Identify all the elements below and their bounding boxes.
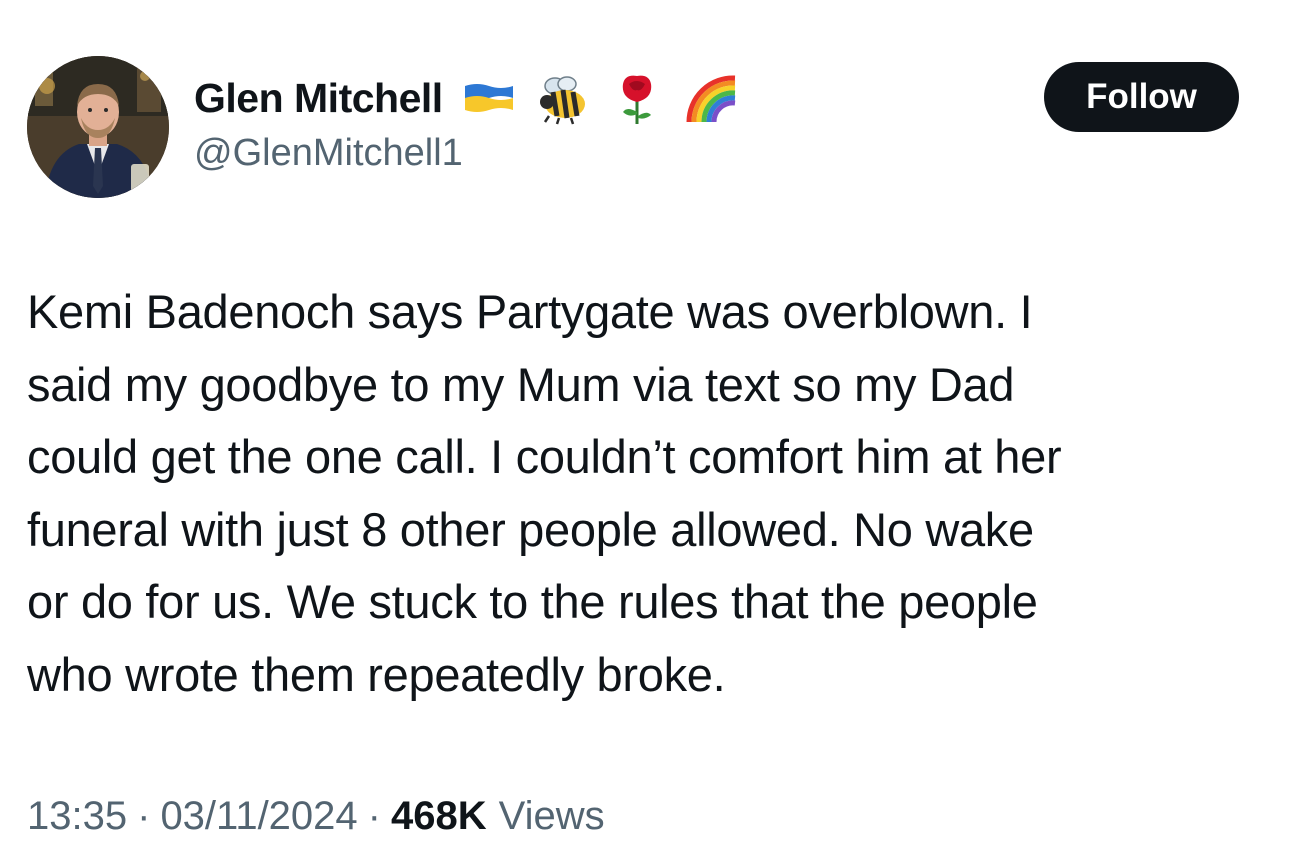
tweet-text-line: or do for us. We stuck to the rules that… [27, 575, 1038, 628]
views-count[interactable]: 468K [391, 794, 487, 839]
tweet-text-line: funeral with just 8 other people allowed… [27, 502, 1034, 556]
tweet-text-line: said my goodbye to my Mum via text so my… [27, 357, 1015, 411]
ukraine-flag-icon [461, 70, 517, 126]
avatar-image [27, 56, 169, 198]
tweet-card: Glen Mitchell @GlenMitchell1 Follow Kemi… [0, 0, 1290, 863]
tweet-text-line: Kemi Badenoch says Partygate was overblo… [27, 285, 1033, 338]
rainbow-icon [683, 70, 739, 126]
author-handle[interactable]: @GlenMitchell1 [194, 132, 463, 175]
display-name-row: Glen Mitchell [194, 68, 739, 128]
views-label: Views [498, 794, 605, 838]
avatar[interactable] [27, 56, 169, 198]
tweet-text-line: who wrote them repeatedly broke. [27, 647, 726, 701]
tweet-text: Kemi Badenoch says Partygate was overblo… [27, 276, 1267, 711]
tweet-time[interactable]: 13:35 [27, 794, 127, 839]
tweet-date[interactable]: 03/11/2024 [160, 794, 357, 839]
bee-icon [535, 70, 591, 126]
tweet-text-line: could get the one call. I couldn’t comfo… [27, 430, 1062, 483]
tweet-meta: 13:35 · 03/11/2024 · 468K Views [27, 794, 605, 839]
meta-separator: · [367, 794, 381, 838]
meta-separator: · [137, 794, 151, 838]
display-name[interactable]: Glen Mitchell [194, 75, 443, 122]
follow-button[interactable]: Follow [1044, 62, 1239, 132]
rose-icon [609, 70, 665, 126]
